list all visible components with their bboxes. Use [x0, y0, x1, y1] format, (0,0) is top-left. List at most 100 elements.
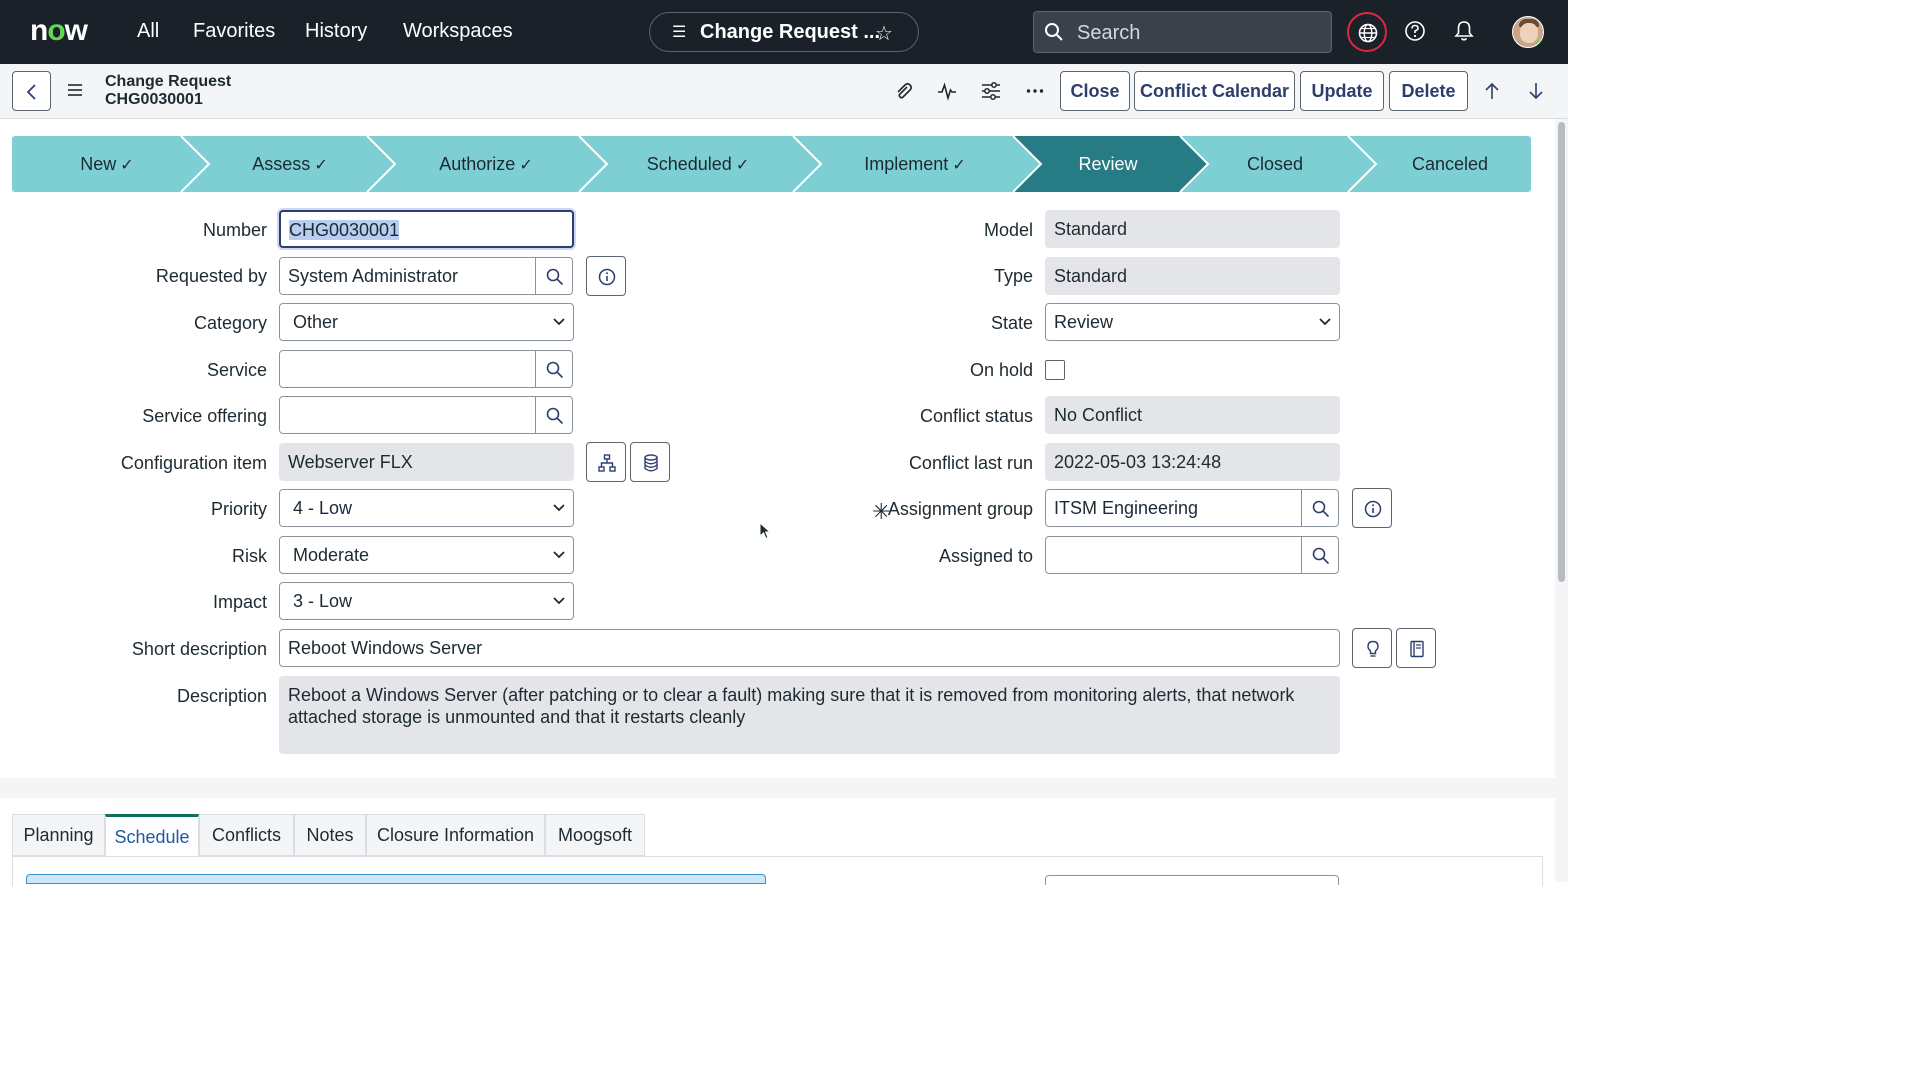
- requested-by-info-button[interactable]: [586, 256, 626, 296]
- stage-implement[interactable]: Implement ✓: [807, 136, 1023, 192]
- servicenow-logo[interactable]: now: [30, 14, 88, 48]
- star-icon[interactable]: ☆: [875, 21, 893, 46]
- stage-closed-label: Closed: [1246, 154, 1304, 174]
- assignment-group-info-button[interactable]: [1352, 488, 1392, 528]
- global-search-input[interactable]: Search: [1033, 11, 1332, 53]
- conflict-calendar-button[interactable]: Conflict Calendar: [1134, 71, 1295, 111]
- list-icon: ☰: [672, 24, 687, 41]
- on-hold-label: On hold: [969, 360, 1033, 380]
- risk-value: Moderate: [293, 545, 370, 565]
- nav-workspaces[interactable]: Workspaces: [403, 20, 513, 43]
- nav-all[interactable]: All: [137, 20, 159, 43]
- impact-label: Impact: [212, 592, 267, 612]
- delete-button[interactable]: Delete: [1389, 71, 1468, 111]
- search-icon: [1045, 23, 1063, 41]
- conflict-last-run-label: Conflict last run: [908, 453, 1033, 473]
- service-field[interactable]: [279, 350, 537, 388]
- requested-by-lookup-button[interactable]: [535, 257, 573, 295]
- more-options-icon[interactable]: [1025, 81, 1045, 101]
- tab-conflicts[interactable]: Conflicts: [199, 814, 294, 856]
- risk-select[interactable]: Moderate: [279, 536, 574, 574]
- assignment-group-lookup-button[interactable]: [1301, 489, 1339, 527]
- stage-new-label: New: [80, 154, 117, 174]
- conflict-status-label: Conflict status: [919, 406, 1033, 426]
- category-value: Other: [293, 312, 339, 332]
- assigned-to-lookup-button[interactable]: [1301, 536, 1339, 574]
- form-context-menu-icon[interactable]: [67, 83, 83, 97]
- stage-canceled-label: Canceled: [1411, 154, 1489, 174]
- nav-history[interactable]: History: [305, 20, 367, 43]
- check-icon: ✓: [735, 157, 750, 174]
- schedule-field-partial[interactable]: [1045, 875, 1339, 885]
- stage-review[interactable]: Review: [1027, 136, 1189, 192]
- notifications-bell-icon[interactable]: [1454, 20, 1474, 42]
- avatar-face: [1520, 23, 1538, 43]
- stage-scheduled[interactable]: Scheduled ✓: [593, 136, 803, 192]
- change-state-progress-bar: New ✓ Assess ✓ Authorize ✓ Scheduled ✓ Imple…: [12, 136, 1531, 192]
- service-offering-lookup-button[interactable]: [535, 396, 573, 434]
- cmdb-database-button[interactable]: [630, 442, 670, 482]
- tab-closure-information[interactable]: Closure Information: [366, 814, 545, 856]
- service-offering-field[interactable]: [279, 396, 537, 434]
- form-title-number: CHG0030001: [105, 91, 203, 108]
- configuration-item-label: Configuration item: [120, 453, 267, 473]
- chevron-down-icon: [1319, 318, 1331, 326]
- chevron-down-icon: [553, 504, 565, 512]
- help-icon[interactable]: [1404, 20, 1426, 42]
- search-icon: [1312, 500, 1330, 518]
- type-field: Standard: [1045, 257, 1340, 295]
- requested-by-field[interactable]: System Administrator: [279, 257, 537, 295]
- search-placeholder: Search: [1077, 22, 1141, 44]
- assignment-group-label: Assignment group: [887, 499, 1033, 519]
- suggestion-lightbulb-button[interactable]: [1352, 628, 1392, 668]
- previous-record-arrow-icon[interactable]: [1482, 81, 1502, 101]
- dependency-map-button[interactable]: [586, 442, 626, 482]
- state-label: State: [990, 313, 1033, 333]
- back-button[interactable]: [12, 71, 51, 111]
- scrollbar-thumb[interactable]: [1558, 122, 1565, 582]
- knowledge-book-button[interactable]: [1396, 628, 1436, 668]
- service-lookup-button[interactable]: [535, 350, 573, 388]
- user-avatar[interactable]: [1512, 16, 1544, 48]
- tab-notes[interactable]: Notes: [294, 814, 366, 856]
- stage-authorize[interactable]: Authorize ✓: [381, 136, 591, 192]
- assignment-group-field[interactable]: ITSM Engineering: [1045, 489, 1303, 527]
- state-select[interactable]: Review: [1045, 303, 1340, 341]
- short-description-field[interactable]: Reboot Windows Server: [279, 629, 1340, 667]
- impact-value: 3 - Low: [293, 591, 353, 611]
- priority-value: 4 - Low: [293, 498, 353, 518]
- activity-pulse-icon[interactable]: [937, 81, 957, 101]
- priority-label: Priority: [210, 499, 267, 519]
- record-context-pill[interactable]: ☰ Change Request ... ☆: [649, 12, 919, 52]
- stage-new[interactable]: New ✓: [12, 136, 202, 192]
- top-navigation: now All Favorites History Workspaces ☰ C…: [0, 0, 1568, 64]
- update-button[interactable]: Update: [1300, 71, 1384, 111]
- number-value: CHG0030001: [289, 220, 400, 240]
- attachment-paperclip-icon[interactable]: [893, 81, 913, 101]
- impact-select[interactable]: 3 - Low: [279, 582, 574, 620]
- personalize-sliders-icon[interactable]: [981, 81, 1001, 101]
- hierarchy-icon: [598, 454, 616, 472]
- tab-planning[interactable]: Planning: [12, 814, 105, 856]
- assigned-to-field[interactable]: [1045, 536, 1303, 574]
- nav-favorites[interactable]: Favorites: [193, 20, 275, 43]
- priority-select[interactable]: 4 - Low: [279, 489, 574, 527]
- category-select[interactable]: Other: [279, 303, 574, 341]
- check-icon: ✓: [519, 157, 533, 174]
- logo-text-w: w: [64, 14, 88, 47]
- chevron-down-icon: [553, 551, 565, 559]
- tab-schedule[interactable]: Schedule: [105, 814, 199, 856]
- close-button[interactable]: Close: [1060, 71, 1130, 111]
- stage-canceled[interactable]: Canceled: [1362, 136, 1531, 192]
- scope-globe-button[interactable]: [1347, 12, 1387, 52]
- info-icon: [598, 268, 616, 286]
- stage-closed[interactable]: Closed: [1194, 136, 1356, 192]
- search-icon: [546, 268, 564, 286]
- tab-moogsoft[interactable]: Moogsoft: [545, 814, 645, 856]
- description-field[interactable]: Reboot a Windows Server (after patching …: [279, 676, 1340, 754]
- on-hold-checkbox[interactable]: [1045, 360, 1065, 380]
- assigned-to-label: Assigned to: [938, 546, 1033, 566]
- number-field[interactable]: CHG0030001: [279, 210, 574, 248]
- stage-assess[interactable]: Assess ✓: [195, 136, 385, 192]
- next-record-arrow-icon[interactable]: [1526, 81, 1546, 101]
